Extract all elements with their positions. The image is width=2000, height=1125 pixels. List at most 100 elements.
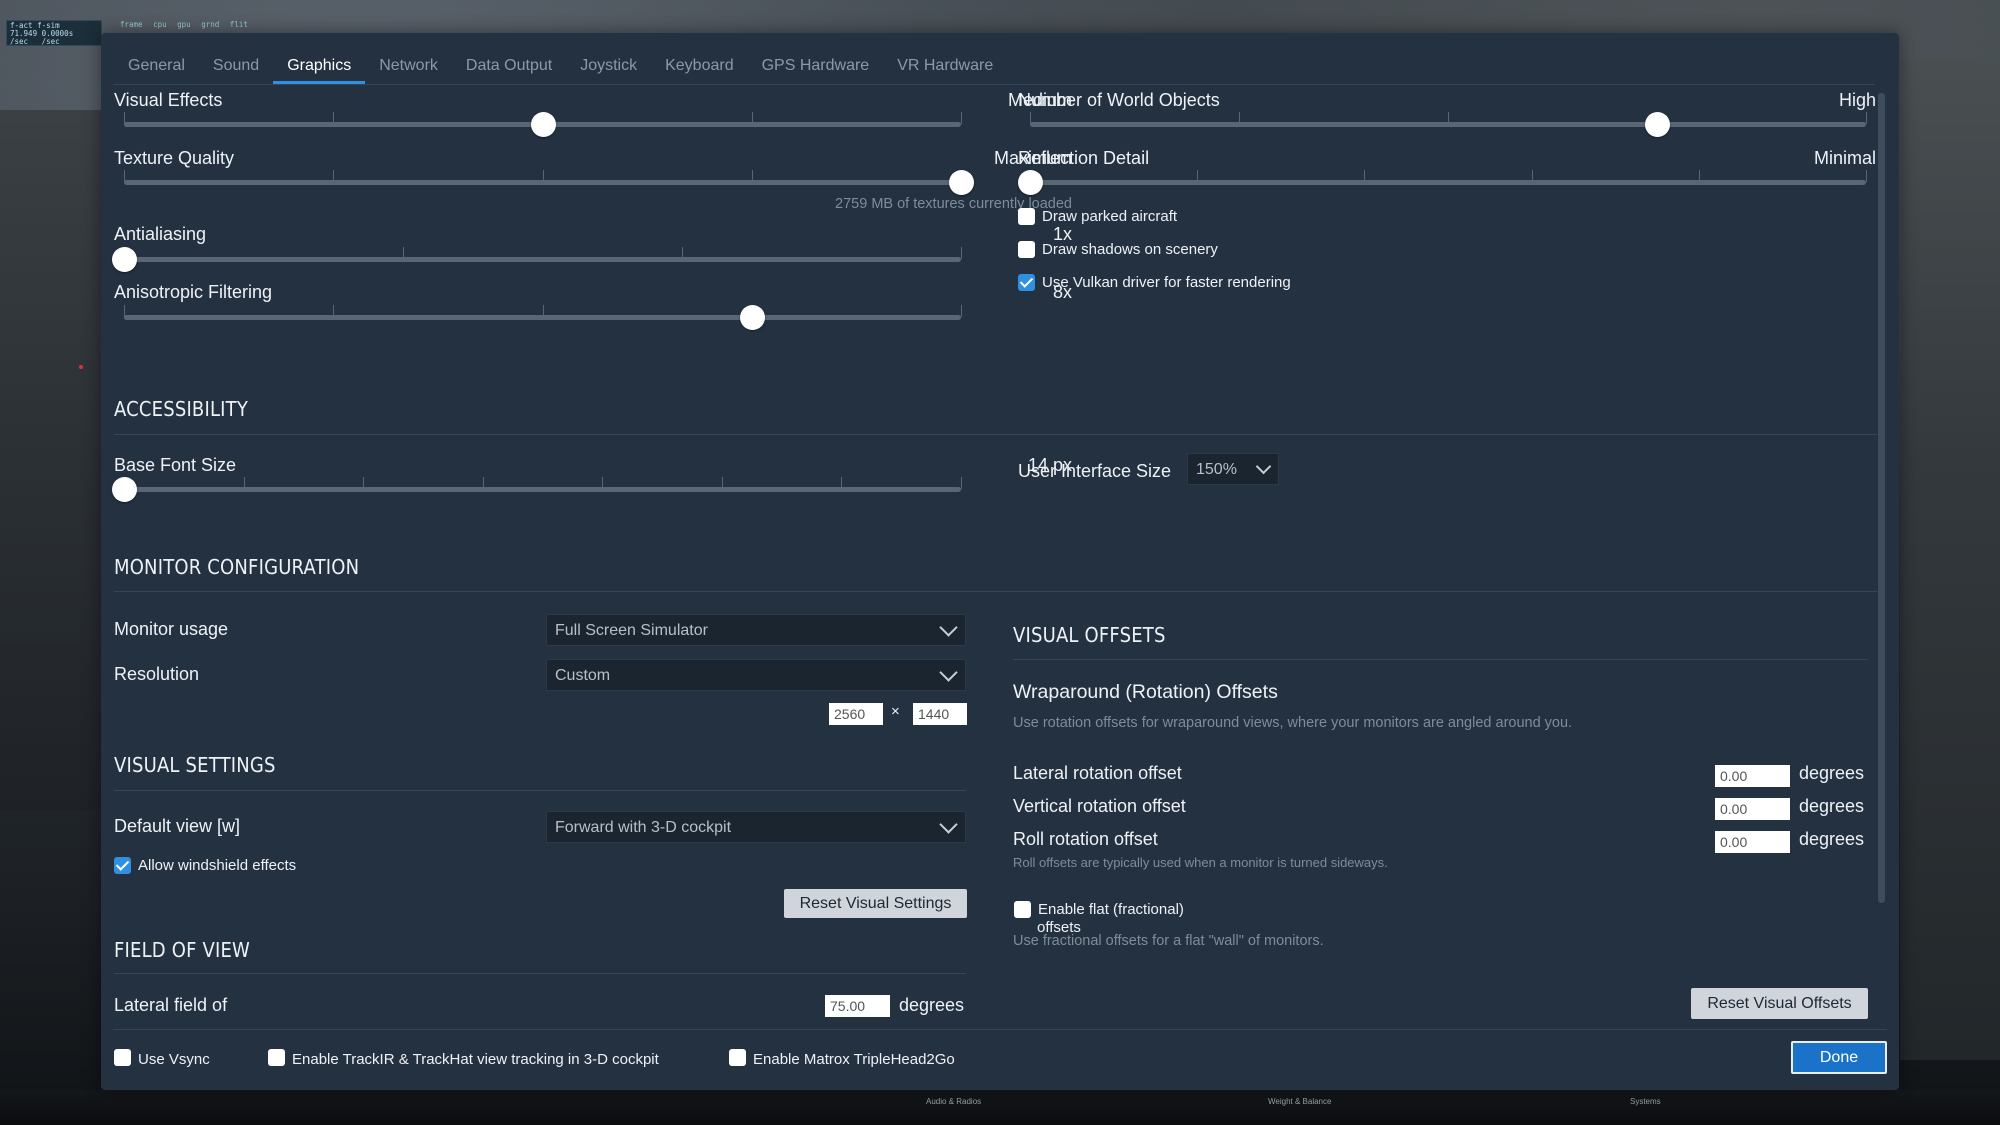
slider-tick — [961, 112, 962, 124]
slider-tick — [124, 170, 125, 182]
antialiasing-label: Antialiasing — [114, 224, 207, 244]
resolution-height-input[interactable] — [913, 703, 967, 725]
windshield-effects-checkbox[interactable] — [114, 857, 131, 874]
visual-effects-slider[interactable] — [124, 112, 962, 137]
anisotropic-filtering-label: Anisotropic Filtering — [114, 282, 273, 302]
slider-tick — [721, 477, 723, 489]
slider-handle[interactable] — [112, 247, 137, 272]
world-objects-slider[interactable] — [1030, 112, 1867, 137]
flat-offsets-label: Enable flat (fractional) — [1038, 901, 1184, 918]
slider-tick — [961, 477, 962, 489]
slider-tick — [542, 305, 544, 317]
draw-parked-aircraft-checkbox[interactable] — [1018, 208, 1035, 225]
slider-tick — [1866, 170, 1867, 182]
vertical-rotation-unit: degrees — [1799, 796, 1865, 816]
section-divider — [114, 434, 1877, 435]
settings-dialog: General Sound Graphics Network Data Outp… — [101, 33, 1899, 1090]
default-view-value: Forward with 3-D cockpit — [555, 819, 732, 836]
windshield-effects-label: Allow windshield effects — [138, 857, 297, 874]
roll-rotation-unit: degrees — [1799, 829, 1865, 849]
tab-sound[interactable]: Sound — [199, 54, 273, 84]
lateral-fov-label: Lateral field of — [114, 995, 228, 1015]
draw-shadows-checkbox[interactable] — [1018, 241, 1035, 258]
reflection-detail-label: Reflection Detail — [1018, 148, 1150, 168]
roll-rotation-input[interactable] — [1715, 831, 1790, 853]
runway-light — [79, 365, 83, 369]
slider-tick — [1531, 170, 1533, 182]
use-vulkan-label: Use Vulkan driver for faster rendering — [1042, 274, 1291, 291]
monitor-usage-dropdown[interactable]: Full Screen Simulator — [546, 614, 966, 646]
anisotropic-filtering-slider[interactable] — [124, 305, 962, 330]
slider-tick — [333, 170, 335, 182]
base-font-size-label: Base Font Size — [114, 455, 237, 475]
slider-tick — [363, 477, 365, 489]
ui-size-dropdown[interactable]: 150% — [1187, 453, 1279, 485]
slider-tick — [841, 477, 843, 489]
roll-offsets-note: Roll offsets are typically used when a m… — [1013, 855, 1388, 870]
slider-tick — [1698, 170, 1700, 182]
slider-handle[interactable] — [1018, 170, 1043, 195]
section-divider — [114, 790, 966, 791]
field-of-view-heading: FIELD OF VIEW — [114, 938, 251, 962]
lateral-rotation-input[interactable] — [1715, 765, 1790, 787]
tab-data-output[interactable]: Data Output — [452, 54, 566, 84]
slider-handle[interactable] — [949, 170, 974, 195]
slider-handle[interactable] — [112, 477, 137, 502]
use-vulkan-checkbox[interactable] — [1018, 274, 1035, 291]
base-font-size-slider[interactable] — [112, 477, 962, 502]
resolution-separator: × — [891, 703, 900, 720]
tab-gps-hardware[interactable]: GPS Hardware — [748, 54, 884, 84]
reflection-detail-value: Minimal — [1813, 148, 1876, 168]
resolution-label: Resolution — [114, 664, 200, 684]
scrollbar[interactable] — [1878, 93, 1885, 903]
trackir-checkbox[interactable] — [268, 1049, 285, 1066]
slider-handle[interactable] — [1645, 112, 1670, 137]
tab-vr-hardware[interactable]: VR Hardware — [883, 54, 1007, 84]
reflection-detail-slider[interactable] — [1018, 170, 1867, 195]
slider-handle[interactable] — [739, 305, 765, 330]
background-scenery — [1900, 60, 2000, 1060]
slider-track — [1030, 180, 1866, 185]
resolution-value: Custom — [555, 667, 611, 684]
use-vsync-checkbox[interactable] — [114, 1049, 131, 1066]
tab-general[interactable]: General — [114, 54, 199, 84]
done-button[interactable]: Done — [1791, 1041, 1887, 1074]
hud-column-labels: frame cpu gpu grnd flit — [120, 20, 248, 29]
tab-graphics[interactable]: Graphics — [273, 54, 366, 84]
lateral-fov-input[interactable] — [825, 995, 890, 1017]
slider-tick — [402, 247, 404, 259]
default-view-label: Default view [w] — [114, 816, 241, 836]
slider-tick — [1364, 170, 1366, 182]
flat-offsets-checkbox[interactable] — [1014, 901, 1031, 918]
slider-tick — [751, 170, 753, 182]
slider-tick — [542, 170, 544, 182]
matrox-label: Enable Matrox TripleHead2Go — [753, 1051, 955, 1068]
slider-tick — [1030, 112, 1031, 124]
world-objects-label: Number of World Objects — [1018, 90, 1220, 110]
cockpit-label: Systems — [1630, 1097, 1661, 1106]
matrox-checkbox[interactable] — [729, 1049, 746, 1066]
vertical-rotation-label: Vertical rotation offset — [1013, 796, 1186, 816]
vertical-rotation-input[interactable] — [1715, 798, 1790, 820]
accessibility-heading: ACCESSIBILITY — [114, 397, 249, 421]
trackir-label: Enable TrackIR & TrackHat view tracking … — [292, 1051, 659, 1068]
chevron-down-icon — [939, 618, 958, 637]
tab-keyboard[interactable]: Keyboard — [651, 54, 748, 84]
flat-offsets-description: Use fractional offsets for a flat "wall"… — [1013, 933, 1324, 949]
slider-track — [124, 487, 961, 492]
resolution-dropdown[interactable]: Custom — [546, 659, 966, 691]
antialiasing-slider[interactable] — [112, 247, 962, 272]
tab-joystick[interactable]: Joystick — [566, 54, 651, 84]
slider-tick — [602, 477, 604, 489]
default-view-dropdown[interactable]: Forward with 3-D cockpit — [546, 811, 966, 843]
resolution-width-input[interactable] — [829, 703, 883, 725]
reset-visual-settings-button[interactable]: Reset Visual Settings — [784, 889, 967, 918]
slider-tick — [961, 305, 962, 317]
texture-memory-note: 2759 MB of textures currently loaded — [835, 196, 1072, 212]
texture-quality-slider[interactable] — [124, 170, 974, 195]
reset-visual-offsets-button[interactable]: Reset Visual Offsets — [1691, 988, 1868, 1019]
ui-size-value: 150% — [1196, 461, 1237, 478]
slider-tick — [482, 477, 484, 489]
slider-handle[interactable] — [530, 112, 556, 137]
tab-network[interactable]: Network — [365, 54, 452, 84]
